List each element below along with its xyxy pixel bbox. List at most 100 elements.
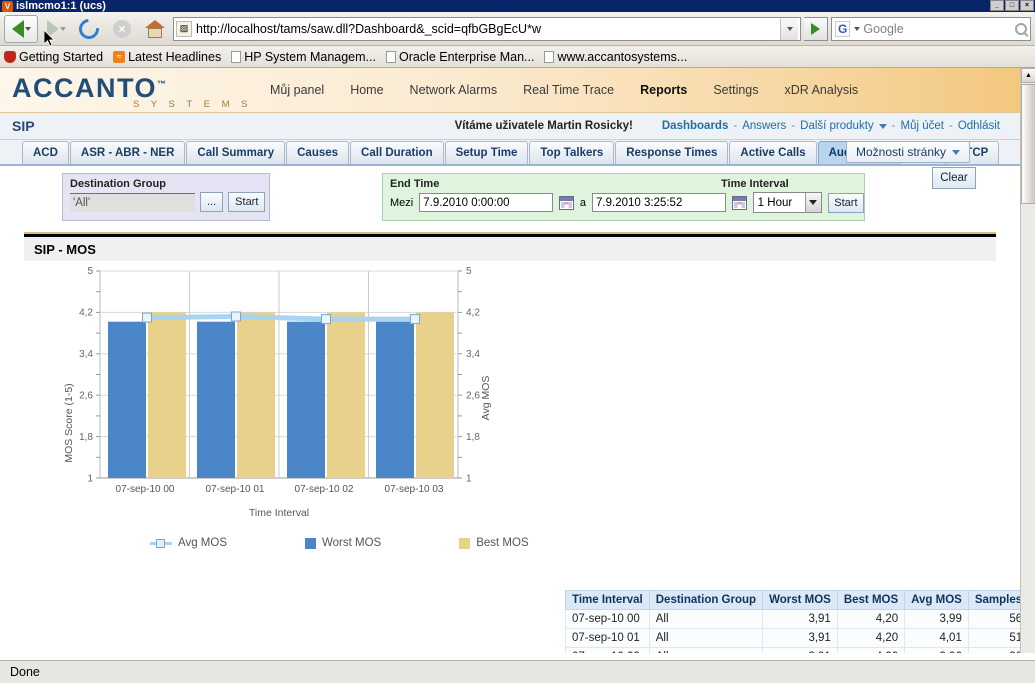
window-resize-grip[interactable] bbox=[1019, 661, 1035, 683]
destination-group-label: Destination Group bbox=[70, 178, 166, 190]
nav-item-real-time-trace[interactable]: Real Time Trace bbox=[523, 83, 614, 97]
legend-label: Worst MOS bbox=[322, 537, 382, 549]
nav-item-xdr-analysis[interactable]: xDR Analysis bbox=[785, 83, 859, 97]
bar-worst-mos-1 bbox=[197, 321, 235, 478]
col-avg-mos[interactable]: Avg MOS bbox=[904, 590, 969, 610]
app-header: ACCANTO™ S Y S T E M S Můj panel Home Ne… bbox=[0, 68, 1020, 113]
time-interval-select[interactable]: 1 Hour bbox=[752, 192, 822, 213]
destination-start-button[interactable]: Start bbox=[228, 192, 266, 212]
chevron-down-icon[interactable] bbox=[878, 123, 887, 129]
report-tabs: ACD ASR - ABR - NER Call Summary Causes … bbox=[0, 140, 1020, 166]
trademark-symbol: ™ bbox=[157, 78, 168, 89]
stop-button[interactable]: × bbox=[107, 15, 137, 43]
link-odhlasit[interactable]: Odhlásit bbox=[958, 120, 1000, 132]
y-tick-label: 5 bbox=[87, 266, 93, 277]
end-time-from-input[interactable]: 7.9.2010 0:00:00 bbox=[419, 193, 554, 212]
nav-item-home[interactable]: Home bbox=[350, 83, 383, 97]
chevron-down-icon[interactable] bbox=[804, 193, 821, 212]
tab-response-times[interactable]: Response Times bbox=[615, 141, 729, 164]
nav-item-network-alarms[interactable]: Network Alarms bbox=[410, 83, 498, 97]
tab-setup-time[interactable]: Setup Time bbox=[444, 141, 529, 164]
search-icon[interactable] bbox=[1015, 22, 1027, 35]
window-controls[interactable]: _ □ × bbox=[990, 0, 1034, 11]
mos-chart: 5 4,2 3,4 2,6 1,8 1 5 4,2 3,4 2,6 1,8 1 bbox=[63, 266, 492, 519]
end-time-to-input[interactable]: 7.9.2010 3:25:52 bbox=[592, 193, 727, 212]
section-title-mos: SIP - MOS bbox=[34, 241, 96, 257]
x-tick-label: 07-sep-10 02 bbox=[295, 484, 354, 495]
col-best-mos[interactable]: Best MOS bbox=[836, 590, 906, 610]
bookmark-hp-system[interactable]: HP System Managem... bbox=[231, 50, 376, 64]
address-bar[interactable]: ▨ http://localhost/tams/saw.dll?Dashboar… bbox=[173, 16, 801, 41]
back-button[interactable] bbox=[4, 14, 38, 43]
legend-item-avg-mos[interactable]: Avg MOS bbox=[150, 537, 227, 549]
clear-button[interactable]: Clear bbox=[932, 167, 976, 189]
tab-active-calls[interactable]: Active Calls bbox=[729, 141, 817, 164]
cell-time-interval: 07-sep-10 02 bbox=[565, 647, 650, 653]
page-options-button[interactable]: Možnosti stránky bbox=[845, 141, 970, 163]
bookmark-accantosystems[interactable]: www.accantosystems... bbox=[544, 50, 687, 64]
search-input[interactable]: Google bbox=[863, 22, 1012, 36]
tab-acd[interactable]: ACD bbox=[22, 141, 69, 164]
minimize-button[interactable]: _ bbox=[990, 0, 1004, 11]
destination-group-input[interactable]: 'All' bbox=[70, 192, 195, 212]
link-dalsi-produkty[interactable]: Další produkty bbox=[800, 120, 874, 132]
cell-destination-group: All bbox=[648, 628, 764, 648]
search-bar[interactable]: G Google bbox=[831, 16, 1031, 41]
tab-causes[interactable]: Causes bbox=[286, 141, 350, 164]
cell-destination-group: All bbox=[648, 609, 764, 629]
legend-item-best-mos[interactable]: Best MOS bbox=[459, 537, 529, 549]
legend-swatch-icon bbox=[459, 537, 471, 549]
tab-call-summary[interactable]: Call Summary bbox=[186, 141, 286, 164]
tab-asr-abr-ner[interactable]: ASR - ABR - NER bbox=[69, 141, 186, 164]
firefox-icon bbox=[4, 50, 16, 63]
col-worst-mos[interactable]: Worst MOS bbox=[762, 590, 838, 610]
scrollbar-thumb[interactable] bbox=[1021, 84, 1035, 204]
nav-item-reports[interactable]: Reports bbox=[640, 83, 687, 97]
address-bar-value[interactable]: http://localhost/tams/saw.dll?Dashboard&… bbox=[196, 22, 776, 36]
maximize-button[interactable]: □ bbox=[1005, 0, 1019, 11]
stop-icon: × bbox=[113, 19, 131, 38]
nav-item-settings[interactable]: Settings bbox=[713, 83, 758, 97]
close-button[interactable]: × bbox=[1020, 0, 1034, 11]
bookmark-oracle-enterprise[interactable]: Oracle Enterprise Man... bbox=[385, 50, 534, 64]
link-separator: - bbox=[733, 120, 738, 132]
cell-best-mos: 4,20 bbox=[836, 628, 906, 648]
marker-avg-mos-0 bbox=[142, 312, 152, 323]
y-tick-label: 1 bbox=[87, 474, 93, 485]
tab-top-talkers[interactable]: Top Talkers bbox=[529, 141, 615, 164]
calendar-icon[interactable] bbox=[559, 195, 574, 210]
chevron-down-icon bbox=[952, 149, 960, 155]
go-button[interactable] bbox=[804, 16, 828, 41]
bookmark-label: Getting Started bbox=[19, 49, 104, 64]
reload-button[interactable] bbox=[74, 14, 104, 43]
nav-item-muj-panel[interactable]: Můj panel bbox=[270, 83, 324, 97]
cell-avg-mos: 3,96 bbox=[904, 647, 969, 653]
x-tick-label: 07-sep-10 00 bbox=[116, 484, 175, 495]
address-history-dropdown[interactable] bbox=[780, 17, 798, 40]
bookmark-getting-started[interactable]: Getting Started bbox=[4, 50, 103, 64]
y-axis-title: MOS Score (1-5) bbox=[63, 383, 75, 462]
filter-bar: Destination Group 'All' ... Start End Ti… bbox=[0, 166, 1020, 232]
search-engine-dropdown-icon[interactable] bbox=[854, 26, 861, 31]
home-button[interactable] bbox=[140, 15, 170, 43]
x-tick-label: 07-sep-10 03 bbox=[385, 484, 444, 495]
scroll-up-button[interactable]: ▲ bbox=[1021, 68, 1035, 83]
link-muj-ucet[interactable]: Můj účet bbox=[901, 120, 944, 132]
search-engine-icon[interactable]: G bbox=[835, 20, 851, 37]
x-tick-label: 07-sep-10 01 bbox=[206, 484, 265, 495]
page-scrollbar-vertical[interactable]: ▲ bbox=[1020, 68, 1035, 653]
tab-call-duration[interactable]: Call Duration bbox=[350, 141, 444, 164]
legend-item-worst-mos[interactable]: Worst MOS bbox=[305, 537, 381, 549]
col-destination-group[interactable]: Destination Group bbox=[648, 590, 764, 610]
bookmark-latest-headlines[interactable]: ≈ Latest Headlines bbox=[113, 50, 221, 64]
bar-worst-mos-0 bbox=[108, 321, 146, 478]
destination-browse-button[interactable]: ... bbox=[200, 192, 224, 212]
between-label: Mezi bbox=[390, 196, 414, 209]
calendar-icon[interactable] bbox=[732, 195, 747, 210]
back-dropdown-icon[interactable] bbox=[24, 26, 31, 31]
col-time-interval[interactable]: Time Interval bbox=[565, 590, 650, 610]
link-answers[interactable]: Answers bbox=[742, 120, 786, 132]
time-start-button[interactable]: Start bbox=[827, 192, 864, 213]
bar-worst-mos-2 bbox=[287, 321, 325, 478]
link-dashboards[interactable]: Dashboards bbox=[662, 120, 728, 132]
